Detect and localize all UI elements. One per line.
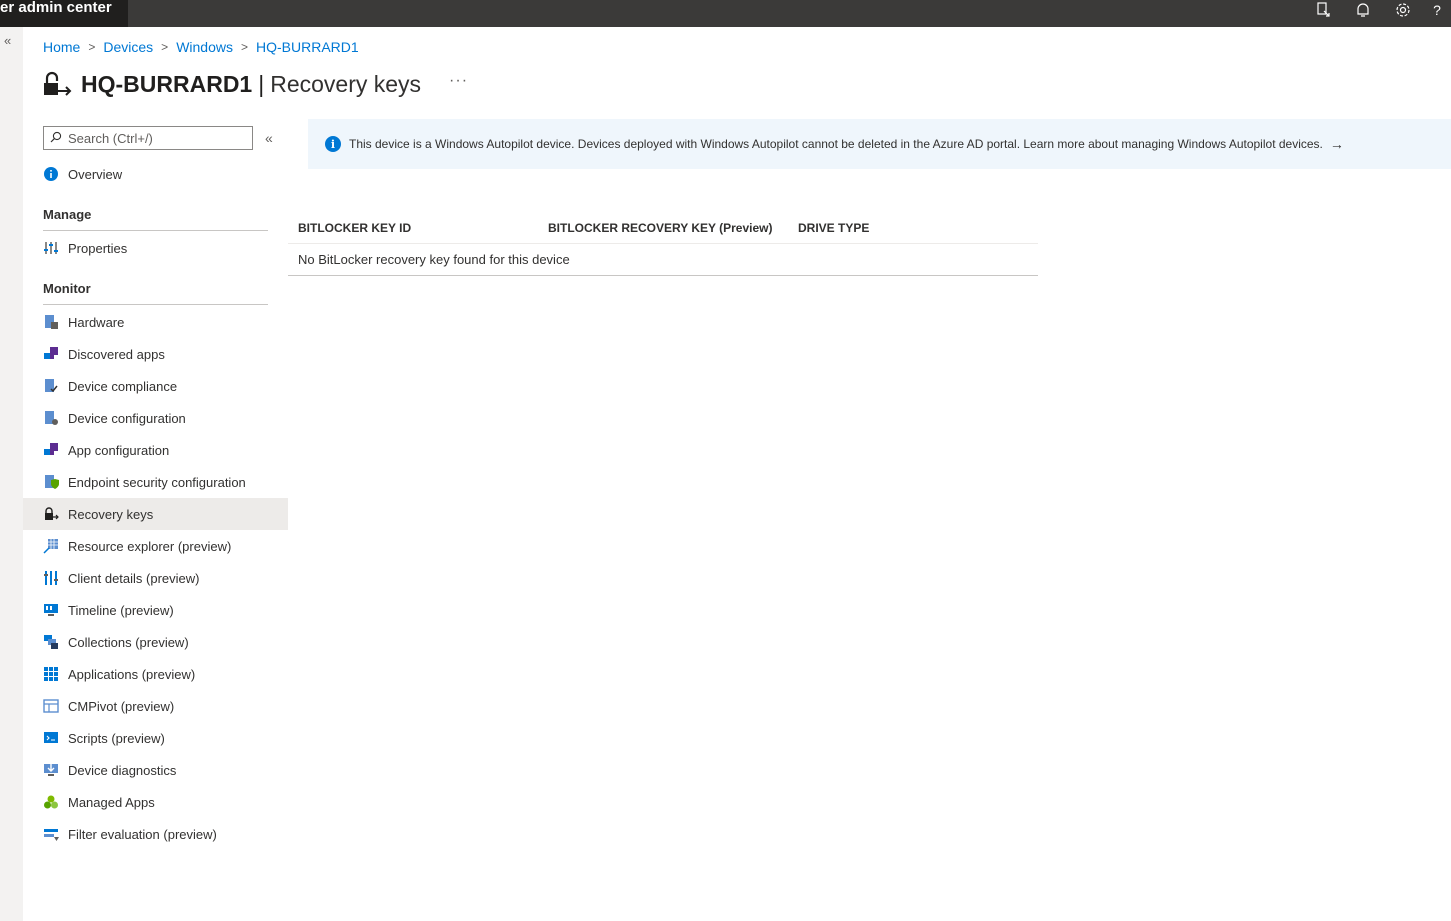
resource-explorer-icon (43, 538, 59, 554)
column-header-recovery-key[interactable]: BITLOCKER RECOVERY KEY (Preview) (538, 221, 788, 235)
sidebar-item-label: Device compliance (68, 378, 178, 394)
sidebar-item-label: Filter evaluation (preview) (68, 826, 217, 842)
divider (43, 304, 268, 305)
sidebar-item-managed-apps[interactable]: Managed Apps (23, 786, 288, 818)
breadcrumb-devices[interactable]: Devices (103, 39, 153, 55)
client-details-icon (43, 570, 59, 586)
divider (43, 230, 268, 231)
sidebar-item-label: Endpoint security configuration (68, 474, 246, 490)
arrow-right-icon[interactable]: → (1330, 136, 1344, 152)
top-bar-icons: ? (1303, 0, 1451, 27)
sidebar-item-label: Device configuration (68, 410, 186, 426)
endpoint-security-icon (43, 474, 59, 490)
sidebar-item-label: Properties (68, 240, 128, 256)
filter-icon (43, 826, 59, 842)
device-name: HQ-BURRARD1 (81, 70, 253, 97)
help-icon[interactable]: ? (1423, 0, 1451, 20)
timeline-icon (43, 602, 59, 618)
sidebar-item-device-compliance[interactable]: Device compliance (23, 370, 288, 402)
sidebar-nav: Overview Manage Properties Monitor Hardw… (23, 158, 288, 850)
chevron-right-icon: > (161, 40, 169, 54)
info-icon (43, 166, 59, 182)
applications-grid-icon (43, 666, 59, 682)
compliance-icon (43, 378, 59, 394)
top-bar: er admin center ? (0, 0, 1451, 27)
sidebar-item-device-diagnostics[interactable]: Device diagnostics (23, 754, 288, 786)
sidebar-item-overview[interactable]: Overview (23, 158, 288, 190)
section-header-manage: Manage (43, 207, 92, 222)
sidebar-item-filter-evaluation[interactable]: Filter evaluation (preview) (23, 818, 288, 850)
sidebar-item-label: Collections (preview) (68, 634, 189, 650)
scripts-icon (43, 730, 59, 746)
sidebar-item-label: Scripts (preview) (68, 730, 165, 746)
sidebar-item-recovery-keys[interactable]: Recovery keys (23, 498, 288, 530)
banner-text[interactable]: This device is a Windows Autopilot devic… (349, 137, 1323, 151)
sidebar-item-timeline[interactable]: Timeline (preview) (23, 594, 288, 626)
sidebar-item-label: CMPivot (preview) (68, 698, 175, 714)
configuration-icon (43, 410, 59, 426)
cmpivot-icon (43, 698, 59, 714)
lock-arrow-icon (44, 71, 72, 96)
sidebar-item-collections[interactable]: Collections (preview) (23, 626, 288, 658)
page-title-row: HQ-BURRARD1 | Recovery keys ··· (40, 64, 468, 104)
search-input[interactable]: Search (Ctrl+/) (43, 126, 253, 150)
chevron-right-icon: > (88, 40, 96, 54)
collapse-nav-icon[interactable]: « (265, 130, 273, 146)
search-placeholder: Search (Ctrl+/) (68, 130, 153, 146)
app-title[interactable]: er admin center (0, 0, 128, 27)
sidebar-item-label: App configuration (68, 442, 170, 458)
sidebar-item-label: Discovered apps (68, 346, 165, 362)
info-banner: i This device is a Windows Autopilot dev… (308, 119, 1451, 169)
sidebar-item-label: Device diagnostics (68, 762, 177, 778)
sidebar-item-properties[interactable]: Properties (23, 232, 288, 264)
recovery-keys-table: BITLOCKER KEY ID BITLOCKER RECOVERY KEY … (288, 212, 1038, 276)
collections-icon (43, 634, 59, 650)
sidebar-item-label: Client details (preview) (68, 570, 200, 586)
sidebar-item-hardware[interactable]: Hardware (23, 306, 288, 338)
column-header-drive-type[interactable]: DRIVE TYPE (788, 221, 1028, 235)
sidebar-item-label: Recovery keys (68, 506, 154, 522)
diagnostics-icon (43, 762, 59, 778)
sidebar-item-app-configuration[interactable]: App configuration (23, 434, 288, 466)
table-header: BITLOCKER KEY ID BITLOCKER RECOVERY KEY … (288, 212, 1038, 244)
breadcrumb: Home > Devices > Windows > HQ-BURRARD1 (43, 38, 359, 56)
properties-icon (43, 240, 59, 256)
breadcrumb-windows[interactable]: Windows (176, 39, 233, 55)
column-header-key-id[interactable]: BITLOCKER KEY ID (288, 221, 538, 235)
sidebar-item-resource-explorer[interactable]: Resource explorer (preview) (23, 530, 288, 562)
chevron-right-icon: > (240, 40, 248, 54)
app-config-icon (43, 442, 59, 458)
lock-arrow-icon (43, 506, 59, 522)
apps-icon (43, 346, 59, 362)
sidebar-item-scripts[interactable]: Scripts (preview) (23, 722, 288, 754)
managed-apps-icon (43, 794, 59, 810)
more-options-button[interactable]: ··· (449, 72, 468, 90)
feedback-icon[interactable] (1303, 0, 1343, 20)
empty-message: No BitLocker recovery key found for this… (288, 244, 1038, 276)
title-separator: | (258, 70, 265, 97)
left-rail: « (0, 27, 23, 921)
sidebar-item-label: Timeline (preview) (68, 602, 174, 618)
sidebar-item-endpoint-security[interactable]: Endpoint security configuration (23, 466, 288, 498)
sidebar-item-label: Resource explorer (preview) (68, 538, 232, 554)
sidebar-item-client-details[interactable]: Client details (preview) (23, 562, 288, 594)
sidebar-item-label: Overview (68, 166, 123, 182)
gear-icon[interactable] (1383, 0, 1423, 20)
page-title: Recovery keys (270, 70, 422, 97)
sidebar-item-applications[interactable]: Applications (preview) (23, 658, 288, 690)
sidebar-item-cmpivot[interactable]: CMPivot (preview) (23, 690, 288, 722)
breadcrumb-device[interactable]: HQ-BURRARD1 (256, 39, 359, 55)
breadcrumb-home[interactable]: Home (43, 39, 80, 55)
hardware-icon (43, 314, 59, 330)
info-icon: i (325, 136, 341, 152)
sidebar-item-label: Applications (preview) (68, 666, 196, 682)
search-icon (50, 131, 62, 146)
sidebar-item-label: Managed Apps (68, 794, 155, 810)
sidebar-item-discovered-apps[interactable]: Discovered apps (23, 338, 288, 370)
sidebar-item-device-configuration[interactable]: Device configuration (23, 402, 288, 434)
expand-menu-icon[interactable]: « (4, 33, 11, 48)
bell-icon[interactable] (1343, 0, 1383, 20)
sidebar-item-label: Hardware (68, 314, 125, 330)
section-header-monitor: Monitor (43, 281, 91, 296)
